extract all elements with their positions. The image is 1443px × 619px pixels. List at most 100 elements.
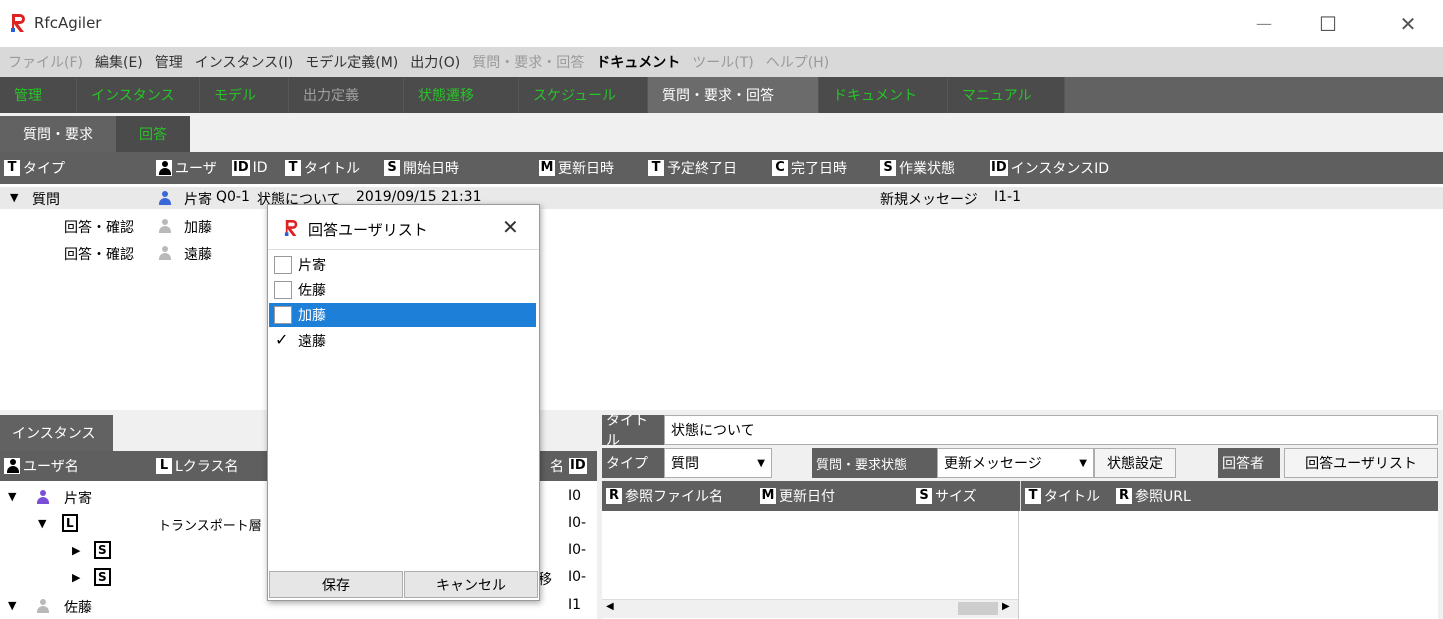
- col-lclass[interactable]: L Lクラス名: [152, 451, 239, 481]
- tab-model[interactable]: モデル: [200, 77, 289, 113]
- save-button[interactable]: 保存: [269, 571, 403, 598]
- id-type-icon: ID: [990, 160, 1008, 176]
- collapse-icon[interactable]: ▼: [10, 191, 18, 204]
- col-work-state[interactable]: S 作業状態: [876, 152, 955, 184]
- tab-state-transition[interactable]: 状態遷移: [404, 77, 519, 113]
- tab-manage[interactable]: 管理: [0, 77, 77, 113]
- menu-output[interactable]: 出力(O): [404, 52, 466, 72]
- checkbox[interactable]: [274, 281, 292, 299]
- col-planned-end[interactable]: T 予定終了日: [644, 152, 737, 184]
- row-work-state: 新規メッセージ: [880, 192, 978, 208]
- col-size[interactable]: S サイズ: [912, 481, 977, 511]
- files-table-header: R 参照ファイル名 M 更新日付 S サイズ T タイトル R 参照URL: [602, 481, 1438, 511]
- checkbox[interactable]: [274, 256, 292, 274]
- menu-bar: ファイル(F) 編集(E) 管理 インスタンス(I) モデル定義(M) 出力(O…: [0, 47, 1443, 77]
- col-link-title[interactable]: T タイトル: [1020, 481, 1100, 511]
- col-url[interactable]: R 参照URL: [1112, 481, 1191, 511]
- dialog-close-icon[interactable]: ✕: [502, 215, 519, 239]
- user-list-label: 遠藤: [298, 334, 326, 350]
- title-bar: RfcAgiler — ☐ ✕: [0, 0, 1443, 47]
- schedule-type-icon: S: [880, 160, 896, 176]
- minimize-button[interactable]: —: [1232, 0, 1296, 47]
- user-list-item[interactable]: 遠藤: [269, 329, 536, 353]
- col-user[interactable]: ユーザ: [152, 152, 217, 184]
- sub-tabs: 質問・要求 回答: [0, 113, 1443, 152]
- user-icon: [36, 489, 50, 505]
- col-title[interactable]: T タイトル: [281, 152, 360, 184]
- col-ref-file[interactable]: R 参照ファイル名: [602, 481, 723, 511]
- collapse-icon[interactable]: ▼: [8, 599, 16, 612]
- checkbox-checked[interactable]: [274, 330, 292, 350]
- scroll-left-icon[interactable]: ◀: [606, 601, 614, 612]
- tab-manual[interactable]: マニュアル: [948, 77, 1065, 113]
- tab-instance[interactable]: インスタンス: [77, 77, 200, 113]
- tab-instances[interactable]: インスタンス: [0, 415, 113, 451]
- user-list-item[interactable]: 片寄: [269, 253, 536, 277]
- checkbox[interactable]: [274, 306, 292, 324]
- modified-type-icon: M: [539, 160, 555, 176]
- user-list-item[interactable]: 加藤: [269, 303, 536, 327]
- answer-user-list-button[interactable]: 回答ユーザリスト: [1284, 448, 1438, 478]
- close-button[interactable]: ✕: [1376, 0, 1440, 47]
- menu-manage[interactable]: 管理: [149, 52, 189, 72]
- scroll-right-icon[interactable]: ▶: [1002, 601, 1010, 612]
- menu-file[interactable]: ファイル(F): [0, 52, 89, 72]
- title-field[interactable]: 状態について: [664, 415, 1438, 445]
- status-select-value: 更新メッセージ: [944, 456, 1042, 472]
- answer-user-list-dialog: 回答ユーザリスト ✕ 片寄 佐藤 加藤 遠藤 保存 キャンセル: [267, 204, 540, 601]
- table-row[interactable]: 回答・確認 遠藤: [0, 242, 1443, 264]
- ref-type-icon: R: [1116, 488, 1132, 504]
- menu-document[interactable]: ドキュメント: [590, 52, 686, 72]
- expand-icon[interactable]: ▶: [72, 571, 80, 584]
- menu-edit[interactable]: 編集(E): [89, 52, 149, 72]
- tab-document[interactable]: ドキュメント: [819, 77, 948, 113]
- col-id[interactable]: ID ID: [228, 152, 268, 184]
- tab-output-definition[interactable]: 出力定義: [289, 77, 404, 113]
- status-select[interactable]: 更新メッセージ ▼: [937, 448, 1094, 478]
- row-start: 2019/09/15 21:31: [356, 189, 482, 205]
- tab-schedule[interactable]: スケジュール: [519, 77, 648, 113]
- expand-icon[interactable]: ▶: [72, 544, 80, 557]
- user-icon: [36, 598, 50, 614]
- col-name-tail[interactable]: 名: [550, 451, 564, 481]
- user-list-label: 片寄: [298, 258, 326, 274]
- collapse-icon[interactable]: ▼: [8, 490, 16, 503]
- row-instance-id: I1-1: [994, 189, 1021, 205]
- menu-question-request-answer[interactable]: 質問・要求・回答: [466, 52, 590, 72]
- col-completed[interactable]: C 完了日時: [768, 152, 847, 184]
- collapse-icon[interactable]: ▼: [38, 517, 46, 530]
- col-instance-id[interactable]: ID インスタンスID: [986, 152, 1109, 184]
- col-ref-file-label: 参照ファイル名: [625, 489, 723, 505]
- menu-help[interactable]: ヘルプ(H): [760, 52, 835, 72]
- col-work-state-label: 作業状態: [899, 161, 955, 177]
- table-row[interactable]: 回答・確認 加藤: [0, 215, 1443, 237]
- col-inst-id[interactable]: ID: [565, 451, 590, 481]
- table-row[interactable]: ▼ 質問 片寄 Q0-1 状態について 2019/09/15 21:31 新規メ…: [0, 187, 1443, 209]
- type-select[interactable]: 質問 ▼: [664, 448, 772, 478]
- files-hscrollbar[interactable]: ◀ ▶: [602, 599, 1018, 618]
- menu-model-definition[interactable]: モデル定義(M): [299, 52, 404, 72]
- col-user-name[interactable]: ユーザ名: [0, 451, 79, 481]
- col-type-label: タイプ: [23, 161, 65, 177]
- menu-instance[interactable]: インスタンス(I): [189, 52, 300, 72]
- tab-question-request-answer[interactable]: 質問・要求・回答: [648, 77, 819, 113]
- col-file-updated[interactable]: M 更新日付: [756, 481, 835, 511]
- title-label: タイトル: [602, 413, 664, 449]
- col-type[interactable]: T タイプ: [0, 152, 65, 184]
- row-id: Q0-1: [216, 189, 250, 205]
- id-type-icon: ID: [569, 458, 587, 474]
- cancel-button[interactable]: キャンセル: [404, 571, 538, 598]
- links-list: [1019, 511, 1438, 619]
- user-list-label: 佐藤: [298, 283, 326, 299]
- col-completed-label: 完了日時: [791, 161, 847, 177]
- col-updated[interactable]: M 更新日時: [535, 152, 614, 184]
- subtab-question-request[interactable]: 質問・要求: [0, 116, 116, 152]
- user-list-item[interactable]: 佐藤: [269, 278, 536, 302]
- menu-tools[interactable]: ツール(T): [686, 52, 759, 72]
- maximize-button[interactable]: ☐: [1296, 0, 1360, 47]
- scrollbar-thumb[interactable]: [958, 602, 998, 615]
- subtab-answer[interactable]: 回答: [116, 116, 190, 152]
- minimize-icon: —: [1256, 14, 1272, 33]
- set-status-button[interactable]: 状態設定: [1094, 448, 1176, 478]
- col-start[interactable]: S 開始日時: [380, 152, 459, 184]
